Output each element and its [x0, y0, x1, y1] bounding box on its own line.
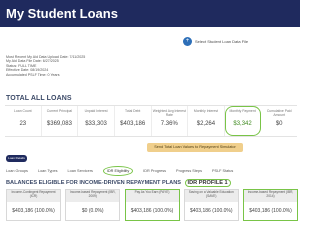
- totals-column: Loan Count 23: [5, 106, 42, 136]
- tab-idr-eligibility[interactable]: IDR Eligibility: [102, 165, 134, 176]
- tab-pslf-status[interactable]: PSLF Status: [212, 169, 233, 173]
- idr-plan-label: Saving on a Valuable Education (SAVE): [184, 190, 238, 202]
- idr-plan-value: $403,186 (100.0%): [249, 208, 292, 214]
- totals-title: TOTAL ALL LOANS: [6, 95, 72, 102]
- tab-idr-progress[interactable]: IDR Progress: [143, 169, 166, 173]
- loan-details-button[interactable]: Loan Details: [6, 155, 27, 162]
- idr-plan-card-paye: Pay As You Earn (PAYE) $403,186 (100.0%): [124, 189, 180, 221]
- idr-plan-value: $403,186 (100.0%): [130, 208, 174, 214]
- tab-bar: Loan Groups Loan Types Loan Servicers ID…: [6, 165, 298, 176]
- totals-table: Loan Count 23 Current Principal $369,083…: [5, 105, 297, 137]
- tab-loan-groups[interactable]: Loan Groups: [6, 169, 28, 173]
- idr-plan-value: $0 (0.0%): [81, 208, 104, 214]
- add-circle-icon[interactable]: +: [183, 37, 192, 46]
- totals-column: Weighted Avg Interest Rate 7.36%: [152, 106, 189, 136]
- info-line: Accumulated PSLF Time: 0 Years: [6, 72, 60, 77]
- idr-plan-value: $403,186 (100.0%): [189, 208, 233, 214]
- send-to-simulator-button[interactable]: Send Total Loan Values to Repayment Simu…: [147, 143, 243, 152]
- tab-loan-servicers[interactable]: Loan Servicers: [68, 169, 93, 173]
- idr-plan-card-ibr-2009: Income-based Repayment (IBR, 2009) $0 (0…: [65, 189, 121, 221]
- totals-label: Loan Count: [14, 109, 32, 113]
- tab-progress-steps[interactable]: Progress Steps: [176, 169, 202, 173]
- totals-value: $33,303: [85, 121, 107, 127]
- loan-file-selector-label: Select Student Loan Data File: [195, 39, 249, 44]
- totals-label: Current Principal: [46, 109, 73, 113]
- balances-title: BALANCES ELIGIBLE FOR INCOME-DRIVEN REPA…: [6, 180, 181, 186]
- totals-column: Cumulative Paid Amount $0: [261, 106, 297, 136]
- totals-value: $0: [275, 121, 283, 127]
- loan-file-selector[interactable]: + Select Student Loan Data File: [183, 37, 248, 46]
- idr-plan-card-icr: Income-Contingent Repayment (ICR) $403,1…: [6, 189, 61, 221]
- totals-column: Unpaid Interest $33,303: [78, 106, 115, 136]
- idr-plan-label: Income-based Repayment (IBR, 2009): [66, 190, 120, 202]
- idr-plan-label: Income-based Repayment (IBR, 2014): [244, 190, 297, 202]
- totals-value: $2,264: [196, 121, 216, 127]
- idr-profile-label[interactable]: IDR PROFILE 1: [184, 179, 231, 187]
- page-title: My Student Loans: [6, 6, 118, 21]
- totals-value: $3,342: [233, 121, 252, 127]
- totals-label: Monthly Interest: [193, 109, 218, 113]
- totals-value: 23: [19, 121, 27, 127]
- idr-plan-card-ibr-2014: Income-based Repayment (IBR, 2014) $403,…: [243, 189, 298, 221]
- totals-label: Cumulative Paid Amount: [266, 109, 292, 117]
- totals-value: $369,083: [46, 121, 72, 127]
- totals-column: Monthly Interest $2,264: [188, 106, 225, 136]
- totals-column: Current Principal $369,083: [42, 106, 79, 136]
- totals-label: Monthly Payment: [229, 109, 256, 113]
- idr-plan-label: Income-Contingent Repayment (ICR): [7, 190, 60, 202]
- totals-label: Total Debt: [125, 109, 141, 113]
- totals-value: 7.36%: [160, 121, 178, 127]
- totals-column: Total Debt $403,186: [115, 106, 152, 136]
- totals-value: $403,186: [120, 121, 146, 127]
- idr-plan-value: $403,186 (100.0%): [12, 208, 55, 214]
- balances-heading: BALANCES ELIGIBLE FOR INCOME-DRIVEN REPA…: [6, 179, 231, 187]
- idr-plan-card-save: Saving on a Valuable Education (SAVE) $4…: [183, 189, 239, 221]
- totals-label: Unpaid Interest: [84, 109, 108, 113]
- loan-info-block: Most Recent My Aid Data Upload Date: 7/1…: [6, 55, 85, 77]
- totals-column-monthly-payment: Monthly Payment $3,342: [224, 106, 262, 136]
- totals-label: Weighted Avg Interest Rate: [152, 109, 186, 117]
- idr-plan-label: Pay As You Earn (PAYE): [125, 190, 179, 202]
- idr-plan-cards: Income-Contingent Repayment (ICR) $403,1…: [6, 189, 298, 221]
- app-header: My Student Loans: [0, 0, 300, 27]
- tab-loan-types[interactable]: Loan Types: [38, 169, 58, 173]
